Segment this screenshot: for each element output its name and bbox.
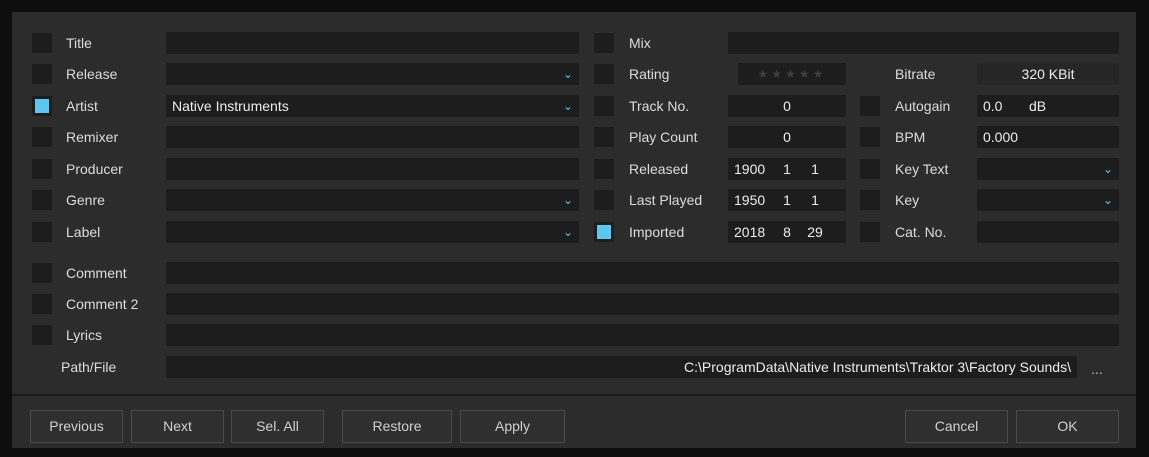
autogain-unit: dB	[1029, 98, 1047, 114]
key-text-dropdown[interactable]: ⌄	[977, 158, 1119, 180]
track-no-label: Track No.	[629, 98, 690, 114]
artist-value: Native Instruments	[172, 98, 289, 114]
last-played-month: 1	[783, 192, 791, 208]
rating-label: Rating	[629, 66, 670, 82]
cancel-button[interactable]: Cancel	[905, 410, 1008, 443]
imported-day: 29	[807, 224, 823, 240]
checkbox-artist[interactable]	[32, 96, 52, 116]
chevron-down-icon: ⌄	[562, 225, 573, 239]
genre-dropdown[interactable]: ⌄	[166, 189, 579, 211]
remixer-label: Remixer	[66, 129, 119, 145]
title-label: Title	[66, 35, 92, 51]
last-played-label: Last Played	[629, 192, 703, 208]
comment-2-label: Comment 2	[66, 296, 139, 312]
comment-field[interactable]	[166, 262, 1119, 284]
track-no-field[interactable]: 0	[728, 95, 846, 117]
label-label: Label	[66, 224, 101, 240]
autogain-field[interactable]: 0.0 dB	[977, 95, 1119, 117]
cat-no-field[interactable]	[977, 221, 1119, 243]
checkbox-autogain[interactable]	[860, 96, 880, 116]
browse-button[interactable]: ...	[1086, 358, 1108, 380]
released-year: 1900	[734, 161, 766, 177]
checkbox-released[interactable]	[594, 159, 614, 179]
path-label: Path/File	[61, 359, 117, 375]
key-dropdown[interactable]: ⌄	[977, 189, 1119, 211]
checkbox-title[interactable]	[32, 33, 52, 53]
star-icons: ★★★★★	[757, 67, 827, 81]
imported-month: 8	[783, 224, 791, 240]
comment-label: Comment	[66, 265, 127, 281]
released-label: Released	[629, 161, 689, 177]
checkbox-remixer[interactable]	[32, 127, 52, 147]
restore-button[interactable]: Restore	[342, 410, 452, 443]
chevron-down-icon: ⌄	[562, 99, 573, 113]
checkbox-key[interactable]	[860, 190, 880, 210]
released-date-field[interactable]: 1900 1 1	[728, 158, 846, 180]
rating-stars[interactable]: ★★★★★	[738, 63, 846, 85]
artist-label: Artist	[66, 98, 98, 114]
lyrics-label: Lyrics	[66, 327, 103, 343]
track-properties-dialog: Title Release ⌄ Artist Native Instrument…	[12, 12, 1136, 448]
last-played-year: 1950	[734, 192, 766, 208]
mix-field[interactable]	[728, 32, 1119, 54]
bpm-label: BPM	[895, 129, 926, 145]
checkbox-cat-no[interactable]	[860, 222, 880, 242]
genre-label: Genre	[66, 192, 105, 208]
play-count-field[interactable]: 0	[728, 126, 846, 148]
mix-label: Mix	[629, 35, 651, 51]
checkbox-genre[interactable]	[32, 190, 52, 210]
ok-button[interactable]: OK	[1016, 410, 1119, 443]
checkbox-rating[interactable]	[594, 64, 614, 84]
last-played-day: 1	[811, 192, 819, 208]
producer-label: Producer	[66, 161, 123, 177]
release-label: Release	[66, 66, 118, 82]
imported-date-field[interactable]: 2018 8 29	[728, 221, 846, 243]
chevron-down-icon: ⌄	[1102, 162, 1113, 176]
remixer-field[interactable]	[166, 126, 579, 148]
apply-button[interactable]: Apply	[460, 410, 565, 443]
play-count-label: Play Count	[629, 129, 698, 145]
checkbox-track-no[interactable]	[594, 96, 614, 116]
last-played-date-field[interactable]: 1950 1 1	[728, 189, 846, 211]
autogain-label: Autogain	[895, 98, 951, 114]
released-day: 1	[811, 161, 819, 177]
artist-dropdown[interactable]: Native Instruments ⌄	[166, 95, 579, 117]
bitrate-label: Bitrate	[895, 66, 936, 82]
autogain-value: 0.0	[983, 98, 1003, 114]
cat-no-label: Cat. No.	[895, 224, 947, 240]
select-all-button[interactable]: Sel. All	[231, 410, 324, 443]
chevron-down-icon: ⌄	[562, 67, 573, 81]
checkbox-producer[interactable]	[32, 159, 52, 179]
imported-year: 2018	[734, 224, 766, 240]
comment-2-field[interactable]	[166, 293, 1119, 315]
title-field[interactable]	[166, 32, 579, 54]
previous-button[interactable]: Previous	[30, 410, 123, 443]
checkbox-comment-2[interactable]	[32, 294, 52, 314]
checkbox-comment[interactable]	[32, 263, 52, 283]
imported-label: Imported	[629, 224, 685, 240]
checkbox-label[interactable]	[32, 222, 52, 242]
checkbox-play-count[interactable]	[594, 127, 614, 147]
bpm-field[interactable]: 0.000	[977, 126, 1119, 148]
bitrate-value: 320 KBit	[977, 63, 1119, 85]
path-field: C:\ProgramData\Native Instruments\Trakto…	[166, 356, 1077, 378]
checkbox-release[interactable]	[32, 64, 52, 84]
lyrics-field[interactable]	[166, 324, 1119, 346]
checkbox-key-text[interactable]	[860, 159, 880, 179]
label-dropdown[interactable]: ⌄	[166, 221, 579, 243]
producer-field[interactable]	[166, 158, 579, 180]
checkbox-lyrics[interactable]	[32, 325, 52, 345]
chevron-down-icon: ⌄	[1102, 193, 1113, 207]
chevron-down-icon: ⌄	[562, 193, 573, 207]
checkbox-mix[interactable]	[594, 33, 614, 53]
released-month: 1	[783, 161, 791, 177]
checkbox-imported[interactable]	[594, 222, 614, 242]
checkbox-last-played[interactable]	[594, 190, 614, 210]
key-text-label: Key Text	[895, 161, 949, 177]
release-dropdown[interactable]: ⌄	[166, 63, 579, 85]
checkbox-bpm[interactable]	[860, 127, 880, 147]
button-bar-separator	[12, 394, 1136, 396]
key-label: Key	[895, 192, 920, 208]
next-button[interactable]: Next	[131, 410, 224, 443]
